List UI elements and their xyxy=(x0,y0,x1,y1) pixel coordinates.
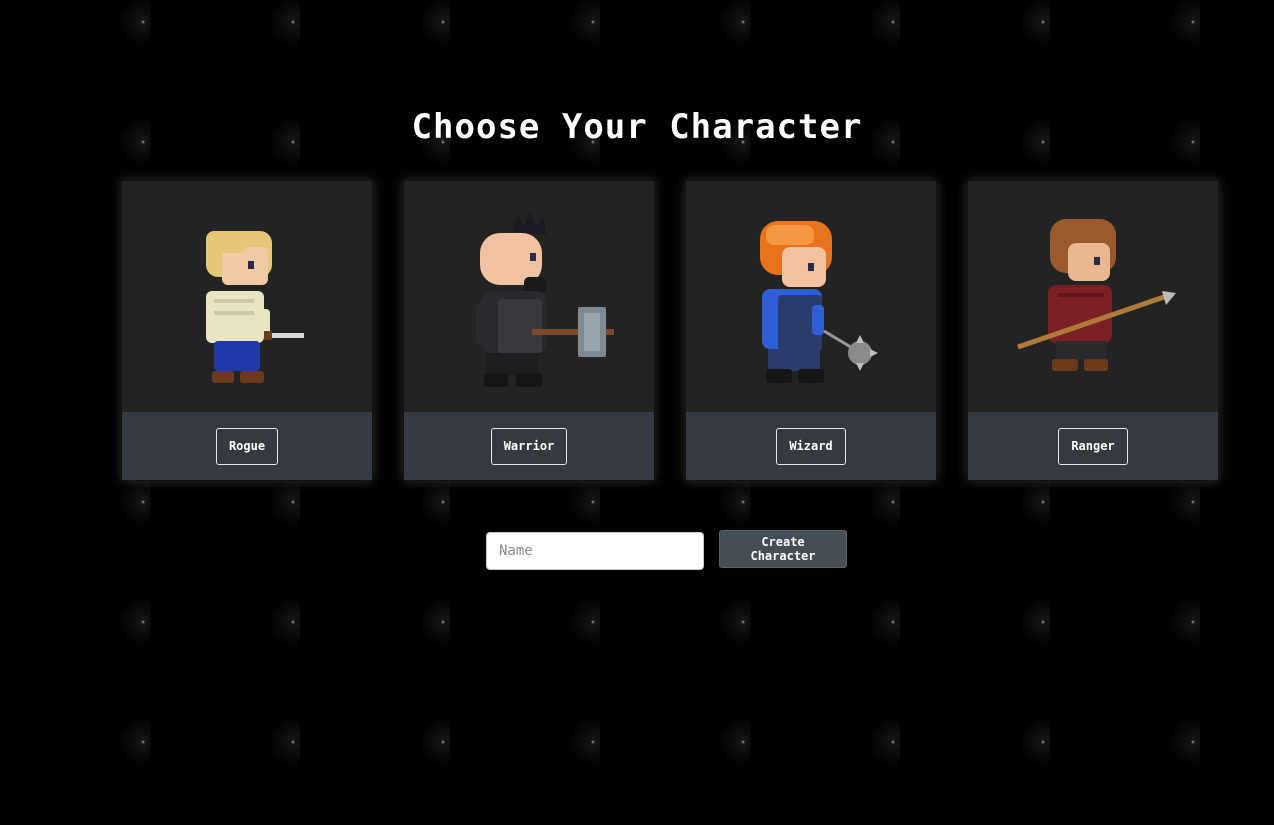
warrior-sprite xyxy=(404,181,654,412)
select-wizard-button[interactable]: Wizard xyxy=(776,427,846,465)
character-card-warrior[interactable]: Warrior xyxy=(403,180,655,481)
ranger-sprite xyxy=(968,181,1218,412)
character-card-rogue[interactable]: Rogue xyxy=(121,180,373,481)
card-footer: Ranger xyxy=(968,412,1218,480)
character-name-input[interactable] xyxy=(486,532,704,570)
select-rogue-button[interactable]: Rogue xyxy=(215,427,279,465)
character-card-ranger[interactable]: Ranger xyxy=(967,180,1219,481)
card-footer: Rogue xyxy=(122,412,372,480)
character-card-wizard[interactable]: Wizard xyxy=(685,180,937,481)
select-warrior-button[interactable]: Warrior xyxy=(490,427,568,465)
wizard-sprite xyxy=(686,181,936,412)
game-screen: Choose Your Character Rogue Warrior Wiza… xyxy=(0,0,1274,825)
create-character-button[interactable]: Create Character xyxy=(719,530,847,568)
select-ranger-button[interactable]: Ranger xyxy=(1058,427,1128,465)
rogue-sprite xyxy=(122,181,372,412)
card-footer: Warrior xyxy=(404,412,654,480)
page-title: Choose Your Character xyxy=(411,106,863,147)
card-footer: Wizard xyxy=(686,412,936,480)
